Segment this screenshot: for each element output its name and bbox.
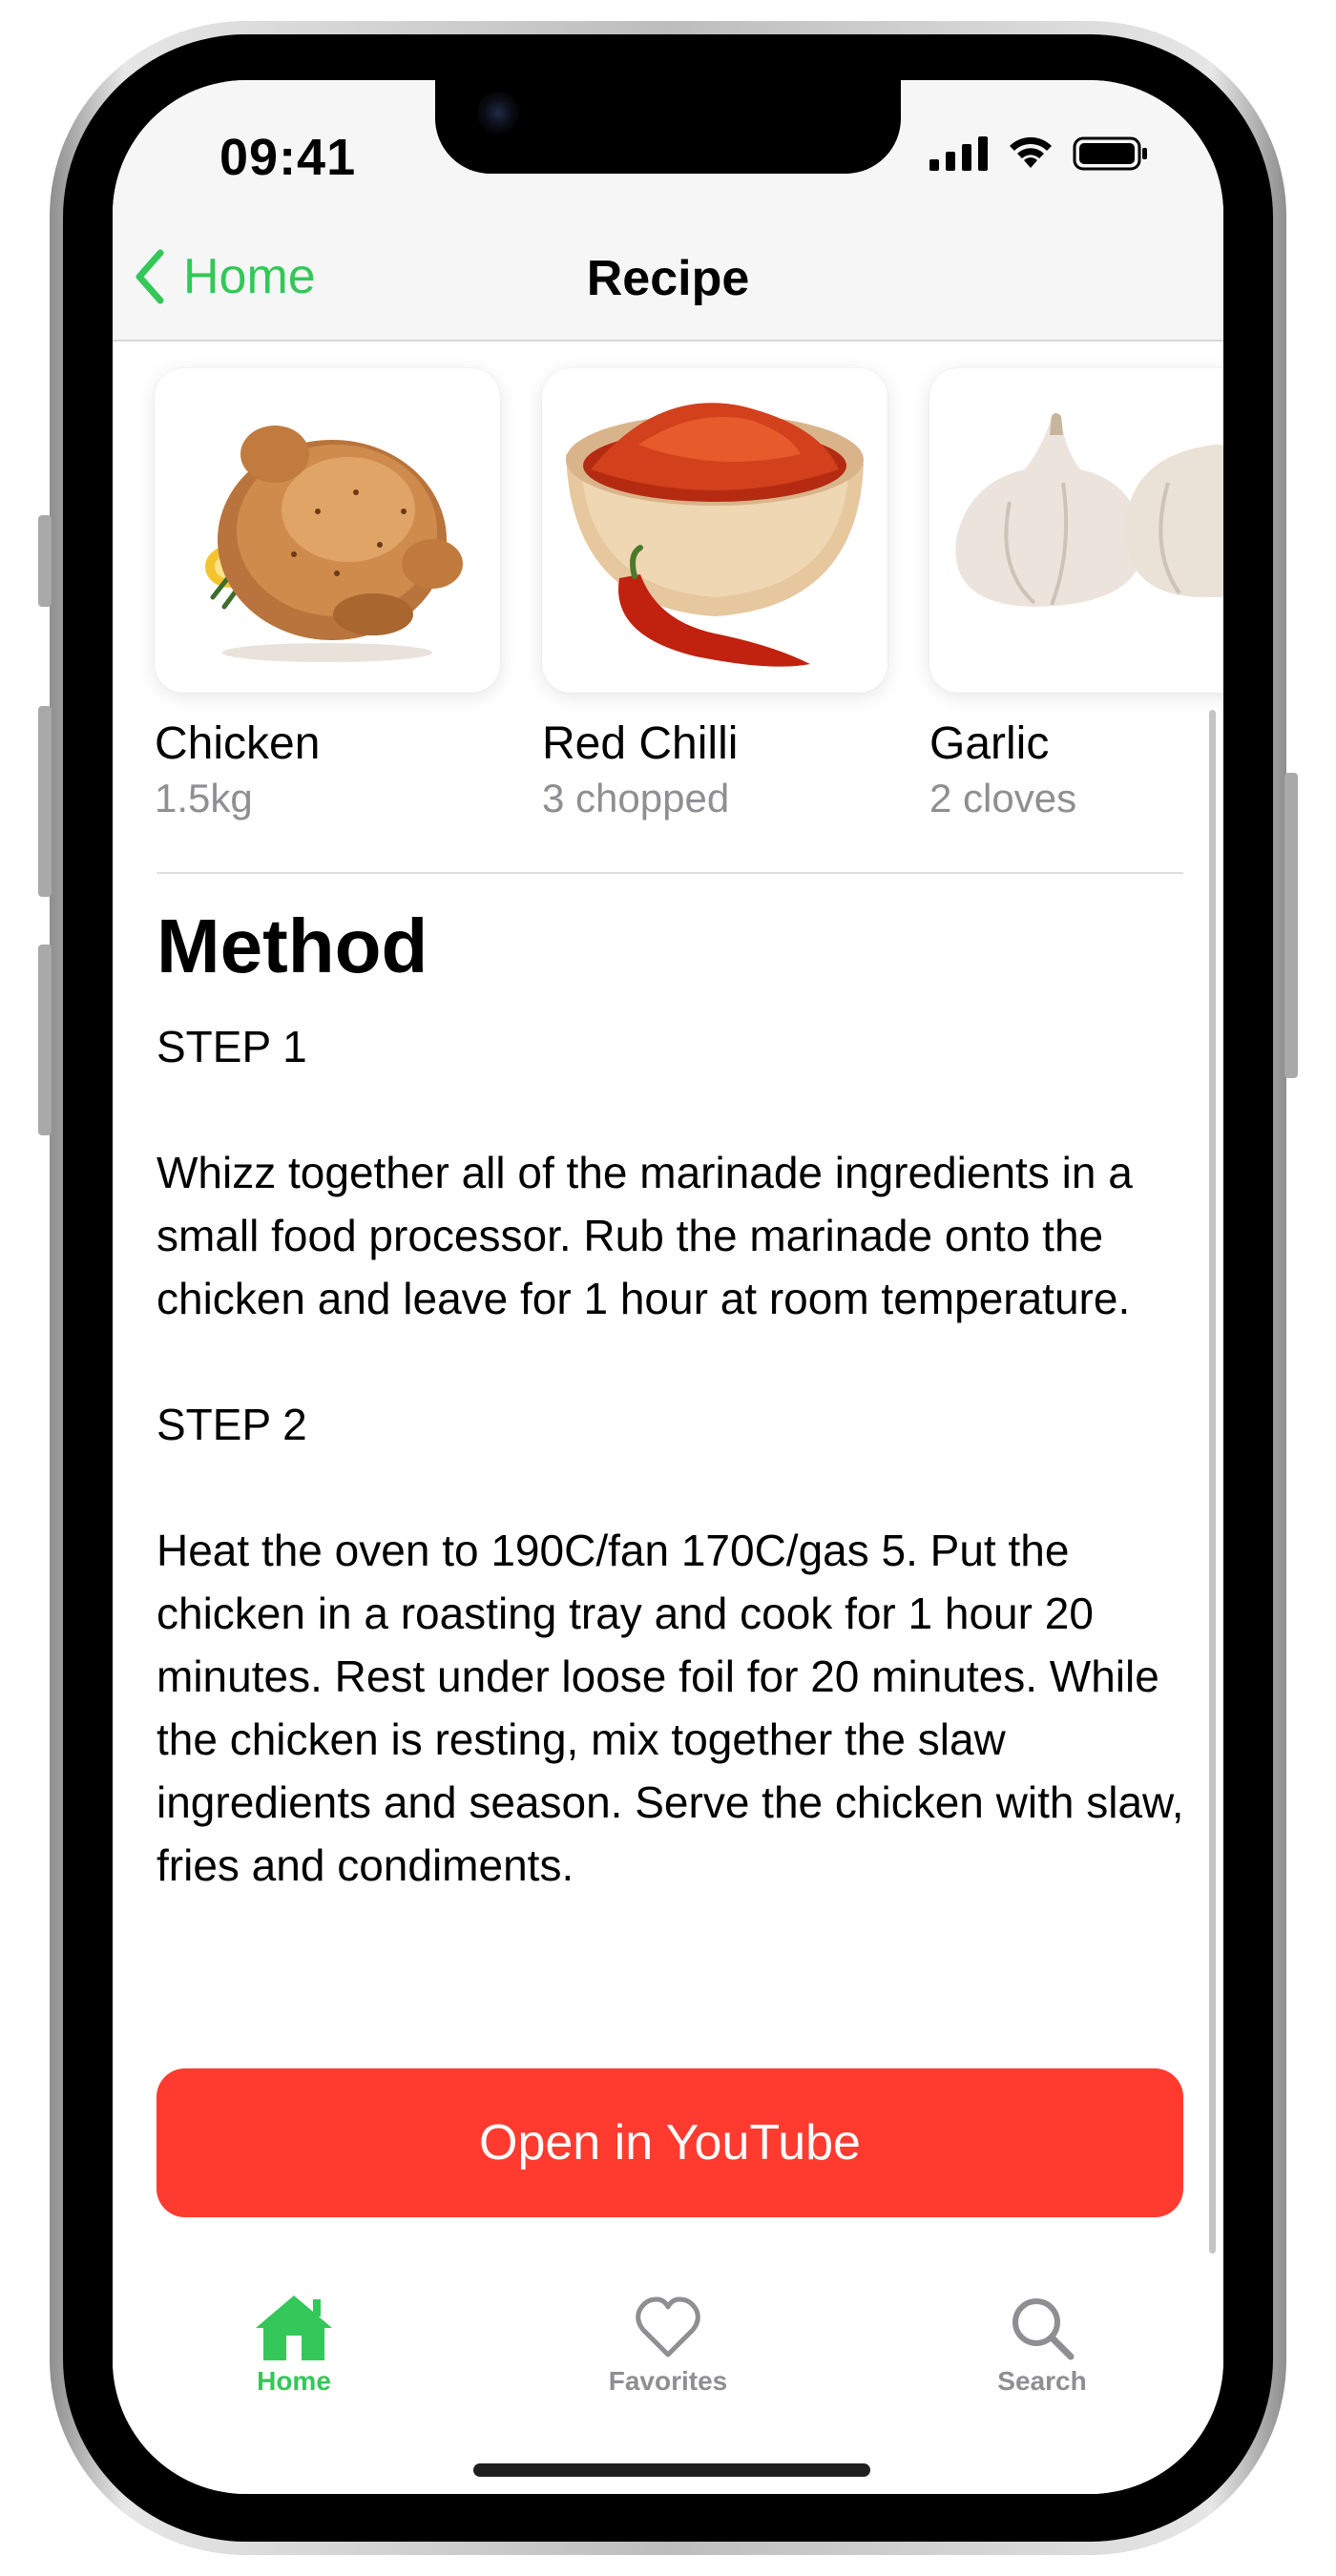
ingredients-carousel[interactable]: Chicken 1.5kg Red Chilli 3 chopped Garli… [155, 368, 1223, 864]
silent-switch [38, 515, 52, 607]
chilli-powder-image [542, 368, 887, 693]
volume-down-button [38, 945, 52, 1135]
ingredient-card-red-chilli[interactable]: Red Chilli 3 chopped [542, 368, 887, 821]
ingredient-name: Red Chilli [542, 718, 739, 769]
section-divider [157, 872, 1183, 874]
navigation-bar: 09:41 Home Recipe [113, 80, 1223, 342]
ingredient-quantity: 3 chopped [542, 776, 730, 821]
ingredient-name: Chicken [155, 718, 321, 769]
ingredient-quantity: 2 cloves [929, 776, 1077, 821]
wifi-icon [1010, 136, 1052, 168]
step-2-heading: STEP 2 [157, 1400, 307, 1449]
notch [435, 80, 901, 174]
garlic-image [929, 368, 1223, 693]
ingredient-name: Garlic [929, 718, 1050, 769]
ingredient-card-chicken[interactable]: Chicken 1.5kg [155, 368, 500, 821]
method-text: STEP 1 Whizz together all of the marinad… [157, 1015, 1197, 1897]
status-time: 09:41 [219, 129, 357, 186]
tab-home[interactable]: Home [170, 2265, 418, 2397]
step-2-text: Heat the oven to 190C/fan 170C/gas 5. Pu… [157, 1526, 1184, 1890]
scrollbar[interactable] [1209, 710, 1216, 2254]
camera [477, 92, 519, 134]
volume-up-button [38, 706, 52, 897]
roast-chicken-image [155, 368, 500, 693]
step-1-heading: STEP 1 [157, 1022, 307, 1071]
tab-favorites[interactable]: Favorites [544, 2265, 792, 2397]
power-button [1284, 773, 1298, 1078]
tab-bar: Home Favorites Search [113, 2265, 1223, 2494]
ingredient-quantity: 1.5kg [155, 776, 253, 821]
tab-search[interactable]: Search [918, 2265, 1166, 2397]
tab-label: Search [997, 2366, 1087, 2396]
home-indicator[interactable] [473, 2463, 870, 2477]
page-title: Recipe [586, 251, 750, 306]
signal-icon [929, 136, 988, 171]
method-heading: Method [157, 904, 428, 988]
ingredient-card-garlic[interactable]: Garlic 2 cloves [929, 368, 1223, 821]
open-in-youtube-button[interactable]: Open in YouTube [157, 2068, 1183, 2217]
app-screen: 09:41 Home Recipe Chicken 1.5kg Red Chil… [113, 80, 1223, 2494]
house-icon [256, 2296, 332, 2360]
tab-label: Favorites [608, 2366, 728, 2396]
step-1-text: Whizz together all of the marinade ingre… [157, 1148, 1133, 1323]
battery-icon [1073, 136, 1147, 171]
tab-label: Home [257, 2366, 331, 2396]
heart-icon [636, 2296, 700, 2358]
status-icons [929, 135, 1149, 172]
search-icon [1012, 2298, 1075, 2360]
